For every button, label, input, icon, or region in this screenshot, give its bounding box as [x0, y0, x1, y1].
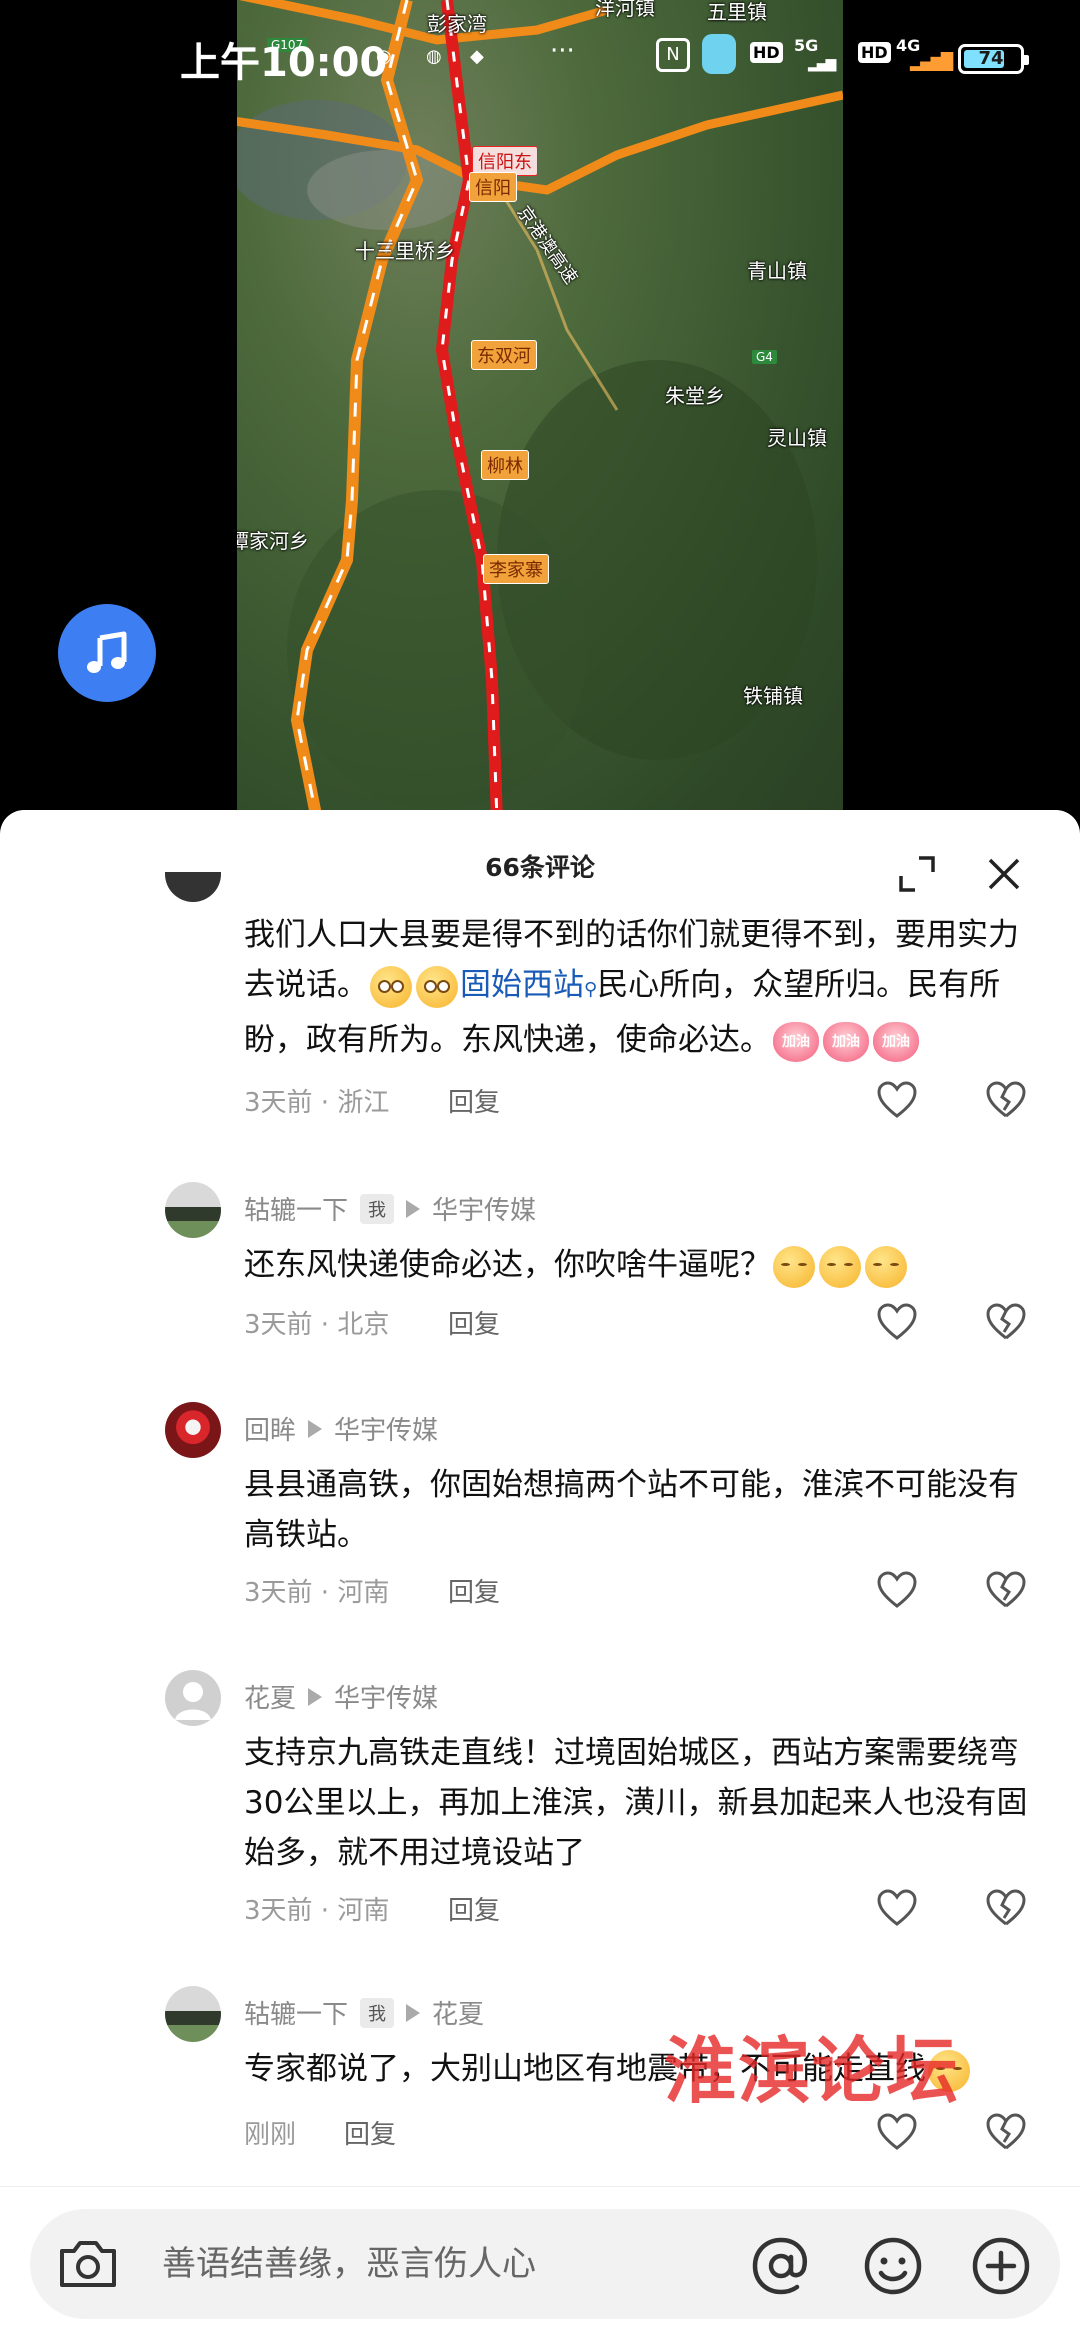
dislike-broken-heart-icon[interactable]: [985, 2112, 1027, 2152]
music-note-icon: [87, 631, 127, 673]
map-label-shisanliqiao: 十三里桥乡: [355, 239, 455, 263]
reply-button[interactable]: 回复: [448, 1890, 500, 1927]
comment-time-location: 3天前 · 河南: [244, 1896, 390, 1926]
reply-button[interactable]: 回复: [344, 2114, 396, 2151]
comment-time-location: 刚刚: [244, 2120, 297, 2150]
comment-input-bar: 善语结善缘，恶言伤人心: [0, 2186, 1080, 2340]
comment-time-location: 3天前 · 浙江: [244, 1088, 390, 1118]
reply-arrow-icon: [406, 2003, 421, 2022]
reply-button[interactable]: 回复: [448, 1082, 500, 1119]
map-label-lijiazhai: 李家寨: [483, 554, 549, 584]
close-icon[interactable]: [984, 854, 1024, 894]
hd-icon: HD: [858, 42, 891, 63]
avatar[interactable]: [165, 1402, 221, 1458]
expand-icon[interactable]: [897, 854, 937, 894]
network-5g-label: 5G: [794, 36, 819, 55]
map-label-tanjiahe: 谭家河乡: [237, 529, 309, 553]
battery-percent: 74: [978, 48, 1004, 69]
comment-username[interactable]: 轱辘一下: [244, 1994, 348, 2031]
comment-input-placeholder[interactable]: 善语结善缘，恶言伤人心: [162, 2237, 536, 2291]
app-notification-icon: [702, 34, 736, 74]
comment-username[interactable]: 回眸: [244, 1410, 296, 1447]
me-badge: 我: [360, 1997, 395, 2028]
more-dots-icon: ⋅⋅⋅: [550, 36, 575, 66]
like-heart-icon[interactable]: [876, 2112, 918, 2152]
emoji-icon: [370, 965, 412, 1008]
map-label-qingshan: 青山镇: [747, 259, 807, 283]
like-heart-icon[interactable]: [876, 1888, 918, 1928]
signal-icon: ▂▄▆: [808, 56, 836, 72]
camera-icon[interactable]: [56, 2237, 120, 2291]
search-link-gushi-west[interactable]: 固始西站: [460, 967, 584, 1003]
search-icon: ⚲: [584, 979, 598, 1000]
comment-time-location: 3天前 · 河南: [244, 1578, 390, 1608]
reply-to-username[interactable]: 花夏: [432, 1994, 484, 2031]
status-time: 上午10:00: [180, 40, 388, 86]
map-label-xinyang: 信阳: [469, 172, 517, 202]
jiayou-emoji-icon: 加油: [873, 1021, 919, 1062]
map-video-frame: 彭家湾 洋河镇 五里镇 G107 信阳东 信阳 十三里桥乡 京港澳高速 青山镇 …: [237, 0, 843, 820]
like-heart-icon[interactable]: [876, 1080, 918, 1120]
reply-arrow-icon: [308, 1687, 323, 1706]
reply-button[interactable]: 回复: [448, 1304, 500, 1341]
comment-header: 轱辘一下 我 华宇传媒: [244, 1190, 536, 1227]
comment-text: 还东风快递使命必达，你吹啥牛逼呢？: [244, 1240, 1044, 1290]
emoji-icon: [865, 1245, 907, 1288]
jiayou-emoji-icon: 加油: [773, 1021, 819, 1062]
dislike-broken-heart-icon[interactable]: [985, 1888, 1027, 1928]
emoji-icon: [773, 1245, 815, 1288]
comment-time-location: 3天前 · 北京: [244, 1310, 390, 1340]
me-badge: 我: [360, 1193, 395, 1224]
comment-text: 县县通高铁，你固始想搞两个站不可能，淮滨不可能没有高铁站。: [244, 1467, 1019, 1553]
at-icon[interactable]: [750, 2235, 812, 2297]
reply-button[interactable]: 回复: [448, 1572, 500, 1609]
reply-to-username[interactable]: 华宇传媒: [432, 1190, 536, 1227]
avatar[interactable]: [165, 872, 221, 902]
notification-icon: ◆: [470, 46, 484, 67]
notification-icon: ◍: [426, 46, 442, 67]
avatar[interactable]: [165, 1670, 221, 1726]
jiayou-emoji-icon: 加油: [823, 1021, 869, 1062]
video-player[interactable]: 彭家湾 洋河镇 五里镇 G107 信阳东 信阳 十三里桥乡 京港澳高速 青山镇 …: [0, 0, 1080, 820]
emoji-icon[interactable]: [862, 2235, 924, 2297]
comment-username[interactable]: 花夏: [244, 1678, 296, 1715]
emoji-icon: [416, 965, 458, 1008]
dislike-broken-heart-icon[interactable]: [985, 1302, 1027, 1342]
reply-arrow-icon: [406, 1199, 421, 1218]
comment-header: 花夏 华宇传媒: [244, 1678, 438, 1715]
reply-to-username[interactable]: 华宇传媒: [334, 1678, 438, 1715]
avatar[interactable]: [165, 1986, 221, 2042]
like-heart-icon[interactable]: [876, 1302, 918, 1342]
notification-icon: ◉: [376, 46, 392, 67]
signal-icon: ▂▄▆█: [910, 52, 953, 71]
plus-icon[interactable]: [970, 2235, 1032, 2297]
reply-arrow-icon: [308, 1419, 323, 1438]
dislike-broken-heart-icon[interactable]: [985, 1080, 1027, 1120]
map-label-tiepu: 铁铺镇: [743, 684, 803, 708]
like-heart-icon[interactable]: [876, 1570, 918, 1610]
hd-icon: HD: [750, 42, 783, 63]
forum-watermark: 淮滨论坛: [664, 2028, 961, 2113]
comment-username[interactable]: 轱辘一下: [244, 1190, 348, 1227]
status-bar: 上午10:00 ◉ ◍ ◆ ⋅⋅⋅ N HD 5G ▂▄▆ HD 4G ▂▄▆█…: [0, 0, 1080, 116]
comment-header: 回眸 华宇传媒: [244, 1410, 438, 1447]
comment-text: 我们人口大县要是得不到的话你们就更得不到，要用实力去说话。 固始西站⚲民心所向，众…: [244, 910, 1044, 1065]
dislike-broken-heart-icon[interactable]: [985, 1570, 1027, 1610]
emoji-icon: [819, 1245, 861, 1288]
music-button[interactable]: [58, 604, 156, 702]
comment-text: 支持京九高铁走直线！过境固始城区，西站方案需要绕弯30公里以上，再加上淮滨，潢川…: [244, 1735, 1028, 1871]
map-label-liulin: 柳林: [481, 450, 529, 480]
map-label-lingshan: 灵山镇: [767, 426, 827, 450]
battery-icon: 74: [958, 44, 1029, 74]
avatar[interactable]: [165, 1182, 221, 1238]
comment-header: 轱辘一下 我 花夏: [244, 1994, 484, 2031]
default-avatar-icon: [175, 1682, 211, 1720]
reply-to-username[interactable]: 华宇传媒: [334, 1410, 438, 1447]
map-label-zhutang: 朱堂乡: [665, 384, 725, 408]
nfc-icon: N: [656, 38, 690, 72]
map-label-dongshuanghe: 东双河: [471, 340, 537, 370]
map-label-g4: G4: [752, 350, 777, 364]
